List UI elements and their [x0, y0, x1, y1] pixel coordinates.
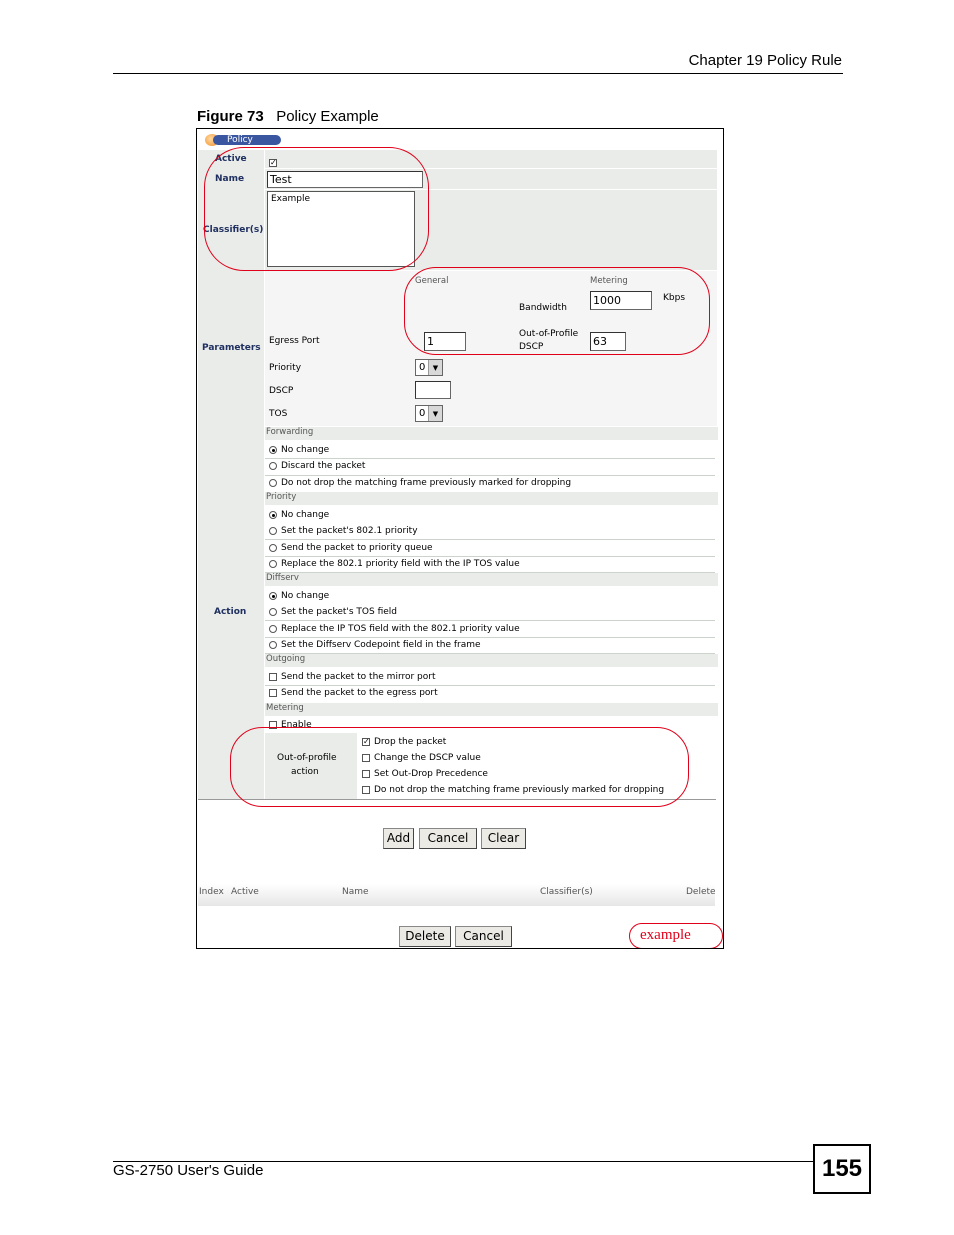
- header-rule: [113, 73, 843, 74]
- clear-button[interactable]: Clear: [481, 828, 526, 849]
- forwarding-option-1[interactable]: Discard the packet: [269, 461, 365, 471]
- forwarding-option-2[interactable]: Do not drop the matching frame previousl…: [269, 478, 571, 488]
- col-classifiers: Classifier(s): [540, 887, 593, 897]
- priority-section-header: Priority: [265, 492, 718, 505]
- dscp-input[interactable]: [415, 381, 451, 399]
- row-divider: [265, 653, 715, 654]
- action-label: Action: [214, 607, 247, 617]
- diffserv-header: Diffserv: [265, 573, 718, 586]
- row-divider: [265, 685, 715, 686]
- row-divider: [265, 539, 715, 540]
- radio-icon[interactable]: [269, 461, 277, 470]
- panel-title: Policy: [227, 135, 253, 145]
- guide-title: GS-2750 User's Guide: [113, 1162, 264, 1179]
- diffserv-option-2[interactable]: Replace the IP TOS field with the 802.1 …: [269, 624, 520, 634]
- row-divider: [265, 556, 715, 557]
- metering-section-header: Metering: [265, 703, 718, 716]
- chevron-down-icon: ▼: [428, 360, 442, 375]
- page-number: 155: [813, 1144, 871, 1194]
- dscp-label: DSCP: [269, 386, 294, 396]
- diffserv-option-1[interactable]: Set the packet's TOS field: [269, 607, 397, 617]
- priority-option-0[interactable]: No change: [269, 510, 329, 520]
- example-tag: example: [640, 927, 691, 943]
- priority-option-2[interactable]: Send the packet to priority queue: [269, 543, 433, 553]
- col-active: Active: [231, 887, 259, 897]
- radio-icon[interactable]: [269, 510, 277, 519]
- table-header: Index Active Name Classifier(s) Delete: [198, 884, 716, 906]
- delete-button[interactable]: Delete: [399, 926, 451, 947]
- annotation-ellipse-oop: [230, 727, 689, 807]
- priority-option-1[interactable]: Set the packet's 802.1 priority: [269, 526, 418, 536]
- radio-icon[interactable]: [269, 624, 277, 633]
- radio-icon[interactable]: [269, 591, 277, 600]
- col-index: Index: [199, 887, 224, 897]
- row-divider: [265, 572, 715, 573]
- figure-title: Policy Example: [276, 108, 379, 125]
- forwarding-header: Forwarding: [265, 427, 718, 440]
- tos-label: TOS: [269, 409, 288, 419]
- parameters-label: Parameters: [202, 343, 261, 353]
- figure-caption: Figure 73 Policy Example: [197, 108, 379, 125]
- radio-icon[interactable]: [269, 478, 277, 487]
- figure-number: Figure 73: [197, 108, 264, 125]
- radio-icon[interactable]: [269, 526, 277, 535]
- chevron-down-icon: ▼: [428, 406, 442, 421]
- chapter-title: Chapter 19 Policy Rule: [688, 52, 842, 69]
- row-divider: [265, 475, 715, 476]
- priority-select-value: 0: [419, 362, 426, 373]
- col-name: Name: [342, 887, 369, 897]
- checkbox-icon[interactable]: [269, 672, 277, 681]
- cancel-button-2[interactable]: Cancel: [455, 926, 512, 947]
- row-divider: [265, 458, 715, 459]
- add-button[interactable]: Add: [383, 828, 414, 849]
- radio-icon[interactable]: [269, 559, 277, 568]
- annotation-ellipse-name: [204, 147, 429, 271]
- forwarding-option-0[interactable]: No change: [269, 445, 329, 455]
- radio-icon[interactable]: [269, 543, 277, 552]
- outgoing-header: Outgoing: [265, 654, 718, 667]
- outgoing-option-1[interactable]: Send the packet to the egress port: [269, 688, 438, 698]
- cancel-button[interactable]: Cancel: [419, 828, 477, 849]
- radio-icon[interactable]: [269, 607, 277, 616]
- checkbox-icon[interactable]: [269, 688, 277, 697]
- outgoing-option-0[interactable]: Send the packet to the mirror port: [269, 672, 436, 682]
- priority-option-3[interactable]: Replace the 802.1 priority field with th…: [269, 559, 520, 569]
- egress-port-label: Egress Port: [269, 336, 320, 346]
- annotation-ellipse-metering: [404, 267, 710, 355]
- priority-label: Priority: [269, 363, 302, 373]
- tos-select-value: 0: [419, 408, 426, 419]
- diffserv-option-0[interactable]: No change: [269, 591, 329, 601]
- row-divider: [265, 620, 715, 621]
- radio-icon[interactable]: [269, 445, 277, 454]
- radio-icon[interactable]: [269, 640, 277, 649]
- col-delete: Delete: [686, 887, 716, 897]
- priority-select[interactable]: 0 ▼: [415, 359, 443, 376]
- row-divider: [265, 637, 715, 638]
- policy-screenshot: Policy Active Name Classifier(s) Paramet…: [196, 128, 724, 949]
- tos-select[interactable]: 0 ▼: [415, 405, 443, 422]
- diffserv-option-3[interactable]: Set the Diffserv Codepoint field in the …: [269, 640, 481, 650]
